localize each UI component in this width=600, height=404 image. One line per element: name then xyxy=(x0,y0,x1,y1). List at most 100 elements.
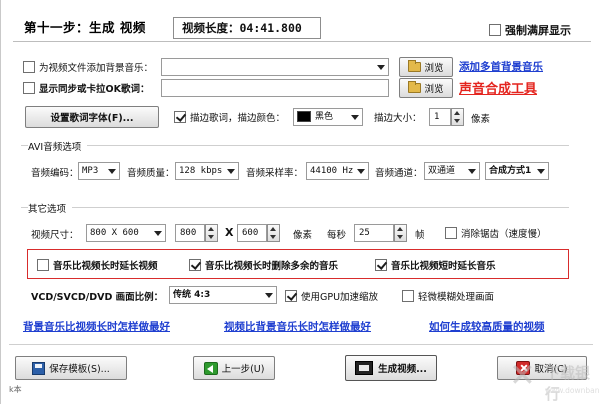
audio-sample-select[interactable]: 44100 Hz xyxy=(306,162,369,180)
extend-video-checkbox[interactable] xyxy=(37,259,49,271)
audio-channel-select[interactable]: 双通道 xyxy=(424,162,480,180)
avi-audio-title: AVI音频选项 xyxy=(28,139,88,153)
save-icon xyxy=(32,361,46,375)
antialias-checkbox[interactable] xyxy=(445,227,457,239)
help-link-video-longer[interactable]: 视频比背景音乐长时怎样做最好 xyxy=(224,319,371,334)
force-fullscreen-option[interactable]: 强制满屏显示 xyxy=(489,22,571,38)
generate-video-dialog: 第十一步：生成 视频 视频长度：04:41.800 强制满屏显示 为视频文件添加… xyxy=(0,0,600,404)
bg-music-select[interactable] xyxy=(161,58,389,76)
stroke-color-value: 黑色 xyxy=(315,112,334,122)
other-options-separator xyxy=(21,207,569,208)
chevron-down-icon xyxy=(377,65,385,70)
help-link-music-longer[interactable]: 背景音乐比视频长时怎样做最好 xyxy=(23,319,170,334)
stroke-size-input[interactable]: 1 xyxy=(429,108,451,126)
force-fullscreen-label: 强制满屏显示 xyxy=(505,24,571,37)
generate-video-label: 生成视频... xyxy=(378,364,427,375)
stroke-size-spinner[interactable] xyxy=(451,108,464,126)
extend-music-label: 音乐比视频短时延长音乐 xyxy=(391,261,496,272)
other-options-title: 其它选项 xyxy=(28,201,73,215)
audio-quality-label: 音频质量： xyxy=(127,168,175,179)
help-link-quality[interactable]: 如何生成较高质量的视频 xyxy=(429,319,545,334)
video-height-input[interactable]: 600 xyxy=(237,224,267,242)
stroke-lyrics-checkbox[interactable] xyxy=(174,111,186,123)
gpu-scaling-checkbox[interactable] xyxy=(285,290,297,302)
film-icon xyxy=(355,361,374,375)
video-length-display: 视频长度：04:41.800 xyxy=(173,17,321,39)
watermark-brand: 下载银行 xyxy=(545,364,591,403)
dimension-x-label: X xyxy=(225,226,234,239)
folder-icon xyxy=(408,81,422,93)
extend-music-option[interactable]: 音乐比视频短时延长音乐 xyxy=(375,258,496,272)
lyrics-browse-button[interactable]: 浏览 xyxy=(399,78,453,98)
back-arrow-icon xyxy=(203,361,218,375)
set-lyrics-font-button[interactable]: 设置歌词字体(F)... xyxy=(25,106,159,128)
video-length-value: 04:41.800 xyxy=(239,21,302,35)
audio-quality-value: 128 kbps xyxy=(179,166,223,176)
aspect-ratio-value: 传统 4:3 xyxy=(173,290,211,300)
fps-spinner[interactable] xyxy=(394,224,407,242)
fps-label: 每秒 xyxy=(327,230,347,241)
add-multiple-music-link[interactable]: 添加多首背景音乐 xyxy=(459,59,543,74)
aspect-ratio-select[interactable]: 传统 4:3 xyxy=(169,286,277,304)
lyrics-checkbox[interactable] xyxy=(23,82,35,94)
extend-video-option[interactable]: 音乐比视频长时延长视频 xyxy=(37,258,158,272)
trim-music-checkbox[interactable] xyxy=(189,259,201,271)
video-width-spinner[interactable] xyxy=(205,224,218,242)
extend-video-label: 音乐比视频长时延长视频 xyxy=(53,261,158,272)
blur-label: 轻微模糊处理画面 xyxy=(418,292,495,303)
folder-icon xyxy=(408,60,422,72)
blur-checkbox[interactable] xyxy=(402,290,414,302)
fps-input[interactable]: 25 xyxy=(354,224,394,242)
stroke-lyrics-option[interactable]: 描边歌词，描边颜色： xyxy=(174,110,285,124)
extend-music-checkbox[interactable] xyxy=(375,259,387,271)
chevron-down-icon xyxy=(468,169,476,174)
watermark: ✕ 下载银行 www.downbank.cn xyxy=(509,356,600,404)
video-height-spinner[interactable] xyxy=(267,224,280,242)
audio-codec-select[interactable]: MP3 xyxy=(78,162,120,180)
video-size-unit: 像素 xyxy=(293,230,313,241)
audio-sample-label: 音频采样率： xyxy=(246,168,304,179)
force-fullscreen-checkbox[interactable] xyxy=(489,24,501,36)
video-width-input[interactable]: 800 xyxy=(175,224,205,242)
antialias-option[interactable]: 消除锯齿（速度慢） xyxy=(445,226,547,240)
aspect-ratio-label: VCD/SVCD/DVD 画面比例： xyxy=(31,292,164,303)
audio-mix-select[interactable]: 合成方式1 xyxy=(485,162,549,180)
generate-video-button[interactable]: 生成视频... xyxy=(345,355,437,381)
bg-music-checkbox[interactable] xyxy=(23,61,35,73)
save-template-button[interactable]: 保存模板(S)... xyxy=(15,356,127,380)
audio-quality-select[interactable]: 128 kbps xyxy=(175,162,239,180)
video-size-select[interactable]: 800 X 600 xyxy=(86,224,166,242)
lyrics-browse-label: 浏览 xyxy=(424,84,444,95)
trim-music-label: 音乐比视频长时删除多余的音乐 xyxy=(205,261,339,272)
step-title: 第十一步：生成 视频 xyxy=(24,20,146,35)
chevron-down-icon xyxy=(108,169,116,174)
previous-step-label: 上一步(U) xyxy=(221,364,265,375)
step-header: 第十一步：生成 视频 视频长度：04:41.800 强制满屏显示 xyxy=(13,8,591,42)
stroke-color-swatch xyxy=(297,111,311,122)
stroke-color-select[interactable]: 黑色 xyxy=(293,108,363,126)
stroke-size-group: 描边大小： xyxy=(374,110,422,124)
bg-music-option[interactable]: 为视频文件添加背景音乐： xyxy=(23,60,153,74)
previous-step-button[interactable]: 上一步(U) xyxy=(193,356,275,380)
lyrics-option[interactable]: 显示同步或卡拉OK歌词： xyxy=(23,81,149,95)
voice-synthesis-link[interactable]: 声音合成工具 xyxy=(459,78,537,97)
trim-music-option[interactable]: 音乐比视频长时删除多余的音乐 xyxy=(189,258,338,272)
audio-channel-value: 双通道 xyxy=(428,166,456,176)
antialias-label: 消除锯齿（速度慢） xyxy=(461,229,547,240)
bg-music-browse-button[interactable]: 浏览 xyxy=(399,57,453,77)
chevron-down-icon xyxy=(537,169,545,174)
audio-sample-value: 44100 Hz xyxy=(310,166,354,176)
avi-audio-separator xyxy=(21,145,569,146)
gpu-scaling-option[interactable]: 使用GPU加速缩放 xyxy=(285,289,378,303)
stroke-size-label: 描边大小： xyxy=(374,113,422,124)
stroke-size-unit: 像素 xyxy=(471,114,491,125)
lyrics-file-input[interactable] xyxy=(161,79,389,97)
save-template-label: 保存模板(S)... xyxy=(49,364,110,375)
chevron-down-icon xyxy=(154,231,162,236)
audio-codec-label: 音频编码： xyxy=(31,168,79,179)
bg-music-label: 为视频文件添加背景音乐： xyxy=(39,63,154,74)
blur-option[interactable]: 轻微模糊处理画面 xyxy=(402,289,494,303)
watermark-url: www.downbank.cn xyxy=(545,386,600,395)
lyrics-label: 显示同步或卡拉OK歌词： xyxy=(39,84,150,95)
chevron-down-icon xyxy=(265,293,273,298)
